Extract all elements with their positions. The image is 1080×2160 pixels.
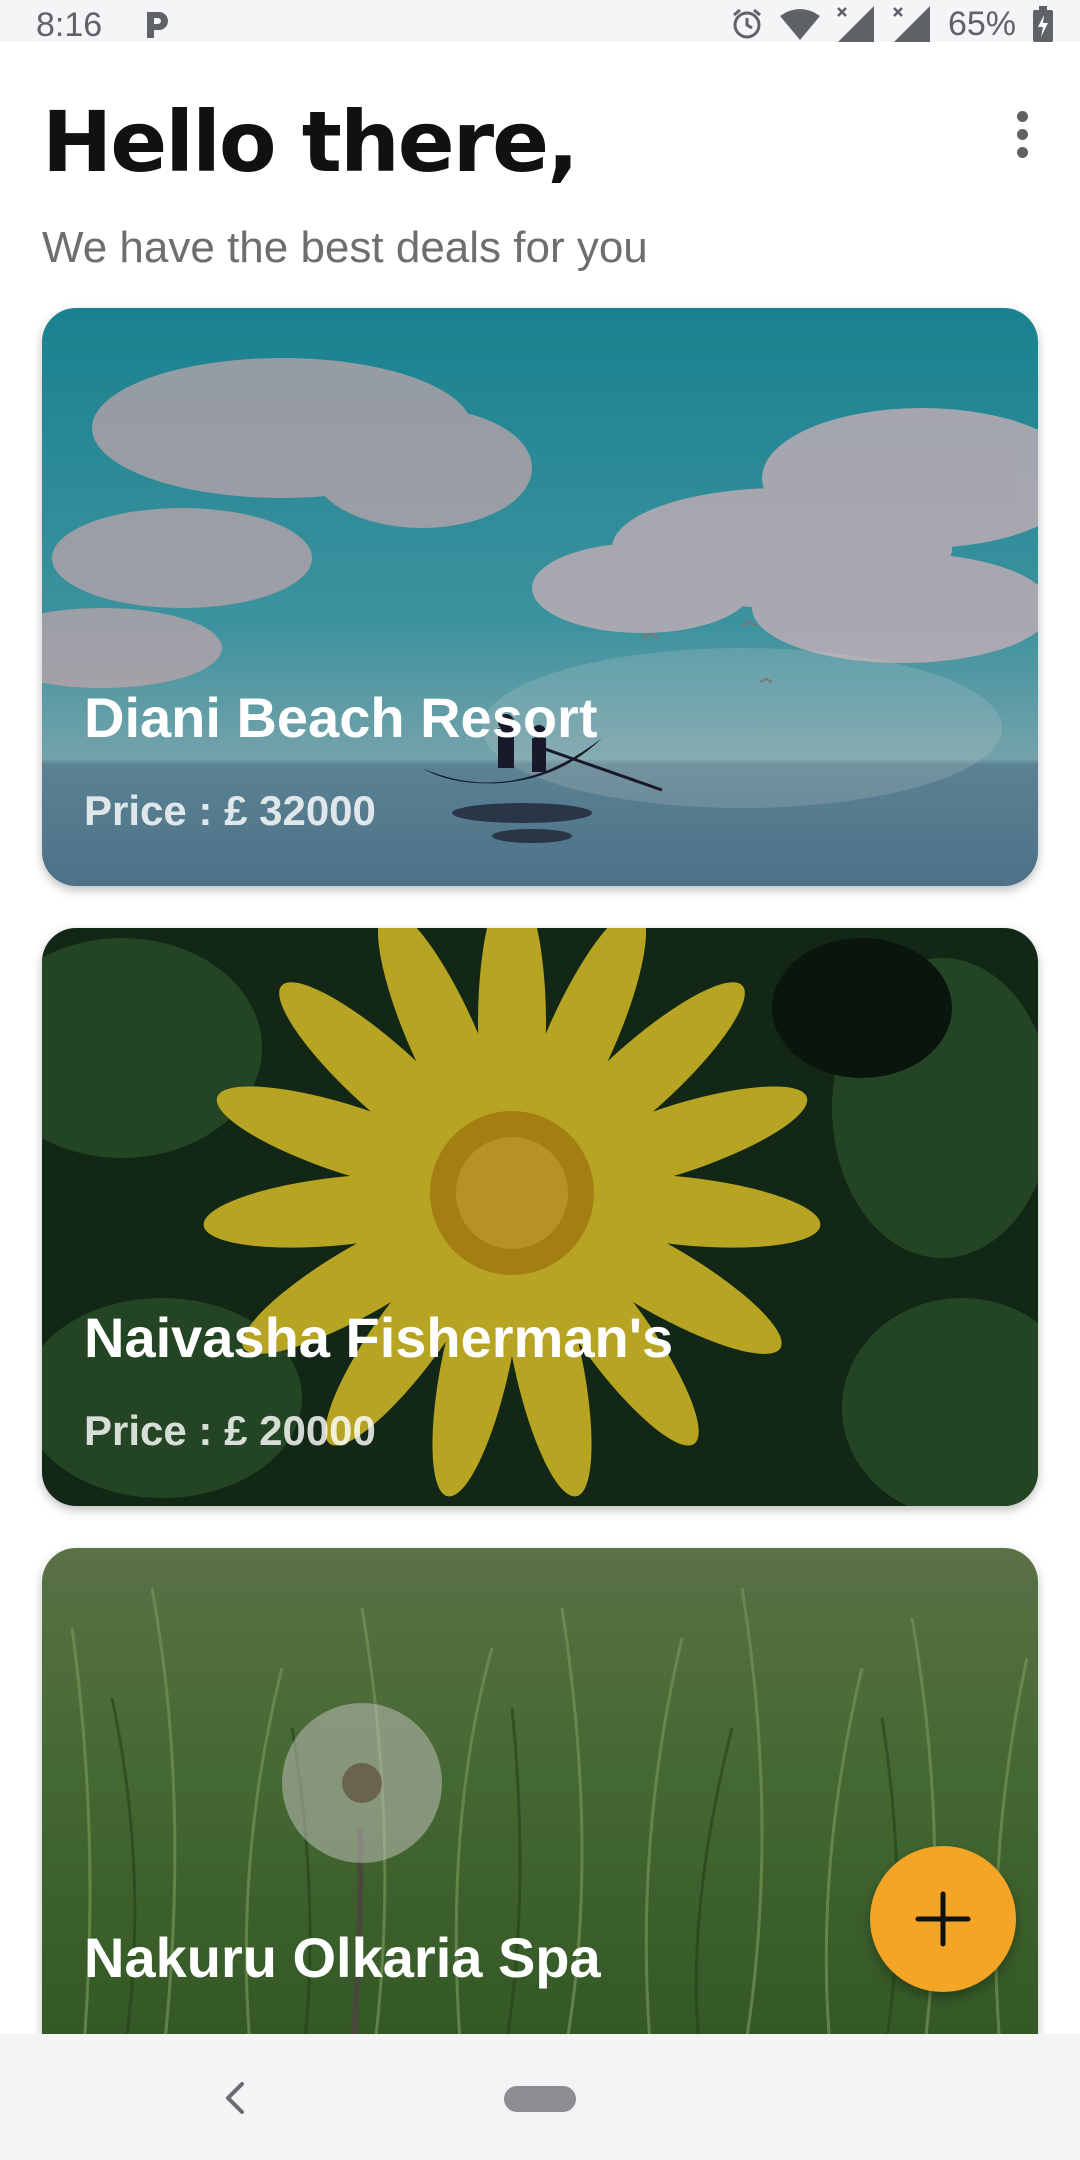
deal-name: Diani Beach Resort bbox=[84, 686, 598, 749]
menu-dot bbox=[1016, 146, 1028, 158]
wifi-icon bbox=[779, 9, 820, 40]
status-icons: 65% bbox=[730, 6, 1054, 42]
plus-icon bbox=[915, 1891, 971, 1947]
signal-icon bbox=[837, 6, 874, 42]
parking-icon bbox=[147, 12, 168, 38]
deal-card[interactable]: Diani Beach Resort Price : £ 32000 bbox=[42, 308, 1038, 886]
deal-name: Nakuru Olkaria Spa bbox=[84, 1926, 601, 1989]
deal-card[interactable]: Nakuru Olkaria Spa bbox=[42, 1548, 1038, 2068]
deal-price: Price : £ 20000 bbox=[84, 1407, 376, 1454]
deal-card[interactable]: Naivasha Fisherman's Price : £ 20000 bbox=[42, 928, 1038, 1506]
more-vertical-icon[interactable] bbox=[994, 106, 1050, 162]
status-bar: 8:16 65% bbox=[0, 0, 1080, 42]
status-time: 8:16 bbox=[36, 6, 103, 44]
alarm-icon bbox=[732, 8, 761, 39]
menu-dot bbox=[1016, 110, 1028, 122]
add-button[interactable] bbox=[870, 1846, 1016, 1992]
deal-name: Naivasha Fisherman's bbox=[84, 1306, 674, 1369]
page-title: Hello there, bbox=[42, 93, 579, 191]
signal-icon bbox=[893, 6, 930, 42]
home-pill-icon[interactable] bbox=[504, 2086, 576, 2112]
menu-dot bbox=[1016, 128, 1028, 140]
chevron-left-icon[interactable] bbox=[218, 2078, 252, 2118]
page-subtitle: We have the best deals for you bbox=[42, 223, 648, 272]
battery-charging-icon bbox=[1033, 6, 1053, 42]
navigation-bar bbox=[0, 2034, 1080, 2160]
battery-percent: 65% bbox=[947, 5, 1016, 43]
card-scrim bbox=[42, 1548, 1038, 2068]
deal-price: Price : £ 32000 bbox=[84, 787, 376, 834]
